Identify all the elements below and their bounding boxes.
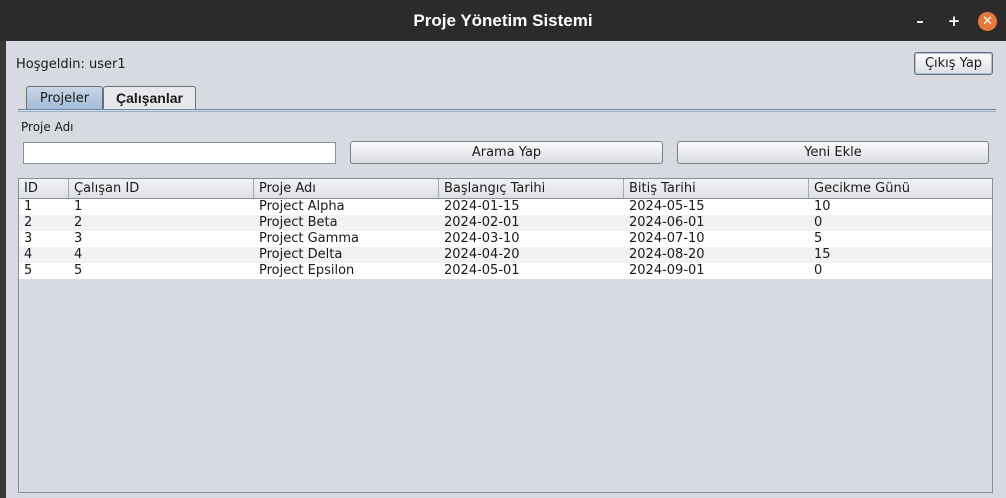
cell-employee-id: 2 — [74, 215, 83, 230]
cell-employee-id: 1 — [74, 199, 83, 214]
table-row[interactable]: 5 5 Project Epsilon 2024-05-01 2024-09-0… — [19, 263, 992, 279]
cell-id: 1 — [24, 199, 33, 214]
cell-end-date: 2024-07-10 — [629, 231, 705, 246]
cell-end-date: 2024-09-01 — [629, 263, 705, 278]
welcome-label: Hoşgeldin: user1 — [16, 57, 126, 72]
search-button[interactable]: Arama Yap — [350, 141, 663, 164]
minimize-icon[interactable]: – — [911, 12, 929, 30]
cell-project-name: Project Beta — [259, 215, 338, 230]
cell-delay-days: 15 — [814, 247, 831, 262]
add-new-button[interactable]: Yeni Ekle — [677, 141, 989, 164]
cell-id: 3 — [24, 231, 33, 246]
cell-delay-days: 10 — [814, 199, 831, 214]
window-title: Proje Yönetim Sistemi — [413, 11, 593, 30]
tab-employees[interactable]: Çalışanlar — [103, 86, 196, 110]
table-row[interactable]: 4 4 Project Delta 2024-04-20 2024-08-20 … — [19, 247, 992, 263]
column-header-employee-id[interactable]: Çalışan ID — [69, 179, 254, 198]
cell-start-date: 2024-05-01 — [444, 263, 520, 278]
cell-start-date: 2024-02-01 — [444, 215, 520, 230]
cell-delay-days: 5 — [814, 231, 823, 246]
cell-project-name: Project Delta — [259, 247, 343, 262]
project-name-input[interactable] — [23, 142, 336, 164]
cell-project-name: Project Alpha — [259, 199, 345, 214]
table-header: ID Çalışan ID Proje Adı Başlangıç Tarihi… — [19, 179, 992, 199]
column-header-id[interactable]: ID — [19, 179, 69, 198]
cell-start-date: 2024-03-10 — [444, 231, 520, 246]
tab-divider-lower — [18, 111, 996, 112]
logout-button[interactable]: Çıkış Yap — [914, 52, 993, 75]
tab-divider — [18, 109, 996, 110]
cell-end-date: 2024-06-01 — [629, 215, 705, 230]
cell-end-date: 2024-08-20 — [629, 247, 705, 262]
cell-id: 5 — [24, 263, 33, 278]
cell-id: 4 — [24, 247, 33, 262]
cell-employee-id: 5 — [74, 263, 83, 278]
cell-delay-days: 0 — [814, 263, 823, 278]
table-row[interactable]: 1 1 Project Alpha 2024-01-15 2024-05-15 … — [19, 199, 992, 215]
cell-end-date: 2024-05-15 — [629, 199, 705, 214]
cell-id: 2 — [24, 215, 33, 230]
title-bar: Proje Yönetim Sistemi – + ✕ — [0, 0, 1006, 41]
cell-project-name: Project Epsilon — [259, 263, 355, 278]
cell-employee-id: 3 — [74, 231, 83, 246]
cell-start-date: 2024-04-20 — [444, 247, 520, 262]
project-name-label: Proje Adı — [21, 120, 74, 134]
table-row[interactable]: 3 3 Project Gamma 2024-03-10 2024-07-10 … — [19, 231, 992, 247]
projects-table[interactable]: ID Çalışan ID Proje Adı Başlangıç Tarihi… — [18, 178, 993, 493]
maximize-icon[interactable]: + — [945, 12, 963, 30]
close-icon[interactable]: ✕ — [978, 12, 997, 31]
column-header-delay-days[interactable]: Gecikme Günü — [809, 179, 992, 198]
cell-employee-id: 4 — [74, 247, 83, 262]
cell-delay-days: 0 — [814, 215, 823, 230]
cell-start-date: 2024-01-15 — [444, 199, 520, 214]
table-row[interactable]: 2 2 Project Beta 2024-02-01 2024-06-01 0 — [19, 215, 992, 231]
tab-projects[interactable]: Projeler — [26, 86, 103, 110]
table-body: 1 1 Project Alpha 2024-01-15 2024-05-15 … — [19, 199, 992, 279]
column-header-project-name[interactable]: Proje Adı — [254, 179, 439, 198]
column-header-start-date[interactable]: Başlangıç Tarihi — [439, 179, 624, 198]
cell-project-name: Project Gamma — [259, 231, 359, 246]
column-header-end-date[interactable]: Bitiş Tarihi — [624, 179, 809, 198]
main-window: Hoşgeldin: user1 Çıkış Yap Projeler Çalı… — [6, 41, 1006, 498]
